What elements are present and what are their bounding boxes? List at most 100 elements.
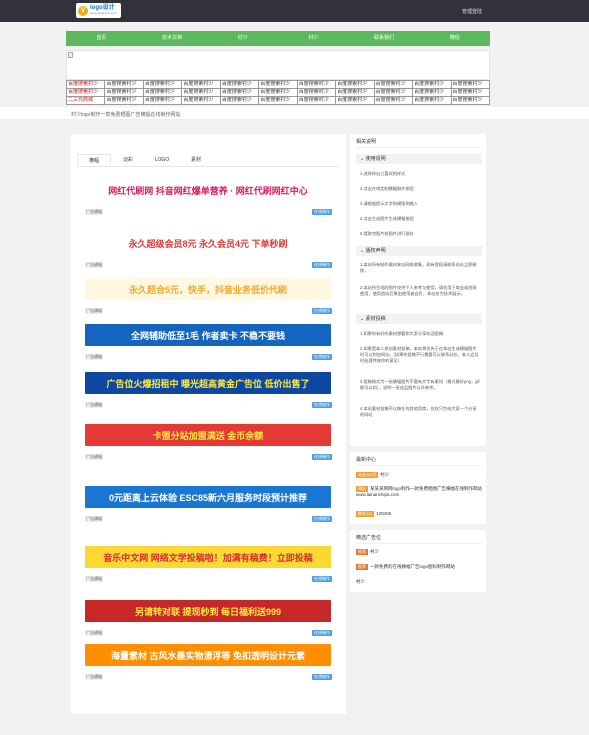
main-nav: 首页 技术文档 村少 村少 联系我们 微信 xyxy=(66,31,490,46)
banner-preview[interactable]: 全网辅助低至1毛 作者卖卡 不稳不要钱 xyxy=(85,324,331,346)
qq-name[interactable]: 村少 xyxy=(380,472,389,477)
text-ad-link[interactable]: 二三元商城 xyxy=(67,97,106,105)
recommend-link[interactable]: 村少 xyxy=(370,549,379,554)
recommend-link[interactable]: 村少 xyxy=(356,579,365,584)
text-ad-link[interactable]: 百度搜索村少 xyxy=(220,81,260,89)
text-ad-link[interactable]: 百度搜索村少 xyxy=(413,89,452,97)
usage-item: 3.请根据提示文字和模版例输入 xyxy=(360,201,418,206)
make-online-button[interactable]: 在线制作 xyxy=(312,209,332,215)
nav-item-docs[interactable]: 技术文档 xyxy=(137,31,208,46)
site-logo[interactable]: V logo设计 www.lainancha.com xyxy=(76,3,121,18)
collapse-copyright[interactable]: ⌄ 版权声明 xyxy=(356,246,482,256)
text-ad-link[interactable]: 百度搜索村少 xyxy=(182,81,221,89)
banner-preview[interactable]: 永久超级会员8元 永久会员4元 下单秒刷 xyxy=(85,232,331,254)
banner-preview[interactable]: 网红代刷网 抖音网红爆单营养 · 网红代刷网红中心 xyxy=(85,179,331,201)
banner-template: 广告位火爆招租中 曝光超高黄金广告位 低价出售了广告横幅 在线制作 xyxy=(85,372,332,408)
text-ad-link[interactable]: 百度搜索村少 xyxy=(374,89,414,97)
text-ad-link[interactable]: 百度搜索村少 xyxy=(297,97,337,105)
banner-preview[interactable]: 广告位火爆招租中 曝光超高黄金广告位 低价出售了 xyxy=(85,372,331,394)
banner-type-tag: 广告横幅 xyxy=(85,209,103,215)
text-ad-link[interactable]: 百度搜索村少 xyxy=(220,97,260,105)
make-online-button[interactable]: 在线制作 xyxy=(312,454,332,460)
text-ad-link[interactable]: 百度搜索村少 xyxy=(105,89,144,97)
text-ad-link[interactable]: 百度搜索村少 xyxy=(259,89,298,97)
text-ad-link[interactable]: 百度搜索村少 xyxy=(143,97,183,105)
admin-login-link[interactable]: 管理登陆 xyxy=(462,8,482,15)
banner-preview[interactable]: 音乐中文网 网络文学投稿啦！加满有稿费！立即投稿 xyxy=(85,546,331,568)
text-ad-link[interactable]: 百度搜索村少 xyxy=(105,97,144,105)
text-ad-link[interactable]: 百度搜索村少 xyxy=(67,89,106,97)
divider xyxy=(356,465,482,466)
banner-meta: 广告横幅 在线制作 xyxy=(85,209,332,215)
text-ad-link[interactable]: 百度搜索村少 xyxy=(297,81,337,89)
make-online-button[interactable]: 在线制作 xyxy=(312,308,332,314)
tab-light[interactable]: 淡彩 xyxy=(111,154,145,166)
banner-preview[interactable]: 永久超合5元，快手，抖音业务低价代刷 xyxy=(85,278,331,300)
text-ad-link[interactable]: 百度搜索村少 xyxy=(67,81,106,89)
text-ad-link[interactable]: 百度搜索村少 xyxy=(182,97,221,105)
banner-meta: 广告横幅 在线制作 xyxy=(85,454,332,460)
text-ad-link[interactable]: 百度搜索村少 xyxy=(451,89,490,97)
banner-type-tag: 广告横幅 xyxy=(85,308,103,314)
text-ad-link[interactable]: 百度搜索村少 xyxy=(143,89,183,97)
make-online-button[interactable]: 在线制作 xyxy=(312,630,332,636)
make-online-button[interactable]: 在线制作 xyxy=(312,576,332,582)
banner-meta: 广告横幅 在线制作 xyxy=(85,630,332,636)
text-ad-grid: 百度搜索村少 百度搜索村少 百度搜索村少 百度搜索村少 百度搜索村少 百度搜索村少 百度搜索… xyxy=(66,80,490,105)
text-ad-link[interactable]: 百度搜索村少 xyxy=(336,97,375,105)
recommend-tag: 推荐 xyxy=(356,549,368,555)
logo-subtitle: www.lainancha.com xyxy=(90,10,117,15)
text-ad-link[interactable]: 百度搜索村少 xyxy=(259,97,298,105)
nav-item-home[interactable]: 首页 xyxy=(66,31,137,46)
banner-preview[interactable]: 卡盟分站加盟满送 金币余额 xyxy=(85,424,331,446)
text-ad-link[interactable]: 百度搜索村少 xyxy=(297,89,337,97)
help-card: 相关说明 ⌄ 使用说明 1.选择你自己喜欢的样式 2.点击在线定制横幅制作按钮 … xyxy=(350,134,486,446)
banner-type-tag: 广告横幅 xyxy=(85,402,103,408)
text-ad-link[interactable]: 百度搜索村少 xyxy=(259,81,298,89)
make-online-button[interactable]: 在线制作 xyxy=(312,262,332,268)
make-online-button[interactable]: 在线制作 xyxy=(312,402,332,408)
nav-item-cunshao-2[interactable]: 村少 xyxy=(278,31,349,46)
text-ad-link[interactable]: 百度搜索村少 xyxy=(143,81,183,89)
banner-preview[interactable]: 0元距离上云体验 ESC85新六月服务时段预计推荐 xyxy=(85,486,331,508)
make-online-button[interactable]: 在线制作 xyxy=(312,516,332,522)
usage-item: 5.提取完图片前图片进行保存 xyxy=(360,231,414,236)
banner-template: 永久超级会员8元 永久会员4元 下单秒刷 广告横幅 在线制作 xyxy=(85,232,332,268)
tab-material[interactable]: 素材 xyxy=(179,154,213,166)
tab-banner[interactable]: 横幅 xyxy=(77,154,111,166)
recommend-tag: 推荐 xyxy=(356,564,368,570)
text-ad-link[interactable]: 百度搜索村少 xyxy=(451,81,490,89)
banner-preview[interactable]: 海量素材 古风水墨实物漂浮等 免扣透明设计元素 xyxy=(85,644,331,666)
breadcrumb-text[interactable]: 村少logo制作一款免费晒图广告横幅在线制作网站 xyxy=(71,111,180,118)
text-ad-link[interactable]: 百度搜索村少 xyxy=(105,81,144,89)
nav-item-cunshao-1[interactable]: 村少 xyxy=(207,31,278,46)
tab-logo[interactable]: LOGO xyxy=(145,154,179,166)
text-ad-link[interactable]: 百度搜索村少 xyxy=(374,97,414,105)
contact-qq-tag: 联系QQ xyxy=(356,511,375,517)
text-ad-link[interactable]: 百度搜索村少 xyxy=(182,89,221,97)
make-online-button[interactable]: 在线制作 xyxy=(312,354,332,360)
recommend-link[interactable]: 一款免费的在线横幅广告logo图标制作网站 xyxy=(370,564,455,569)
text-ad-link[interactable]: 百度搜索村少 xyxy=(220,89,260,97)
banner-template: 永久超合5元，快手，抖音业务低价代刷广告横幅 在线制作 xyxy=(85,278,332,314)
text-ad-link[interactable]: 百度搜索村少 xyxy=(336,81,375,89)
collapse-submit[interactable]: ⌄ 素材投稿 xyxy=(356,314,482,324)
banner-preview[interactable]: 另请转对联 提现秒到 每日福利送999 xyxy=(85,600,331,622)
text-ad-link[interactable]: 百度搜索村少 xyxy=(336,89,375,97)
contact-qq-number[interactable]: 120406 xyxy=(376,511,391,516)
nav-item-wechat[interactable]: 微信 xyxy=(419,31,490,46)
recommend-card: 精选广告位 推荐 村少 推荐 一款免费的在线横幅广告logo图标制作网站 村少 xyxy=(350,530,486,592)
text-ad-link[interactable]: 百度搜索村少 xyxy=(413,97,452,105)
text-ad-link[interactable]: 百度搜索村少 xyxy=(413,81,452,89)
copyright-item: 2.本站所生成的图片仅供个人参考与使用，请勿用于商业或违规使用，使用造成后果由使… xyxy=(360,285,477,296)
site-url[interactable]: 某某某网网logo制作一款免费晒图广告横幅在线制作网站www.lainanchi… xyxy=(356,486,482,497)
text-ad-link[interactable]: 百度搜索村少 xyxy=(374,81,414,89)
collapse-usage[interactable]: ⌄ 使用说明 xyxy=(356,154,482,164)
help-card-title: 相关说明 xyxy=(356,139,377,145)
text-ad-link[interactable]: 百度搜索村少 xyxy=(451,97,490,105)
copyright-item: 1.本站所有制作素材来自网络收集，如有侵权请联系站长立即删除。 xyxy=(360,262,477,273)
make-online-button[interactable]: 在线制作 xyxy=(312,674,332,680)
nav-item-contact[interactable]: 联系我们 xyxy=(349,31,420,46)
top-banner[interactable] xyxy=(66,50,490,80)
banner-meta: 广告横幅 在线制作 xyxy=(85,516,332,522)
